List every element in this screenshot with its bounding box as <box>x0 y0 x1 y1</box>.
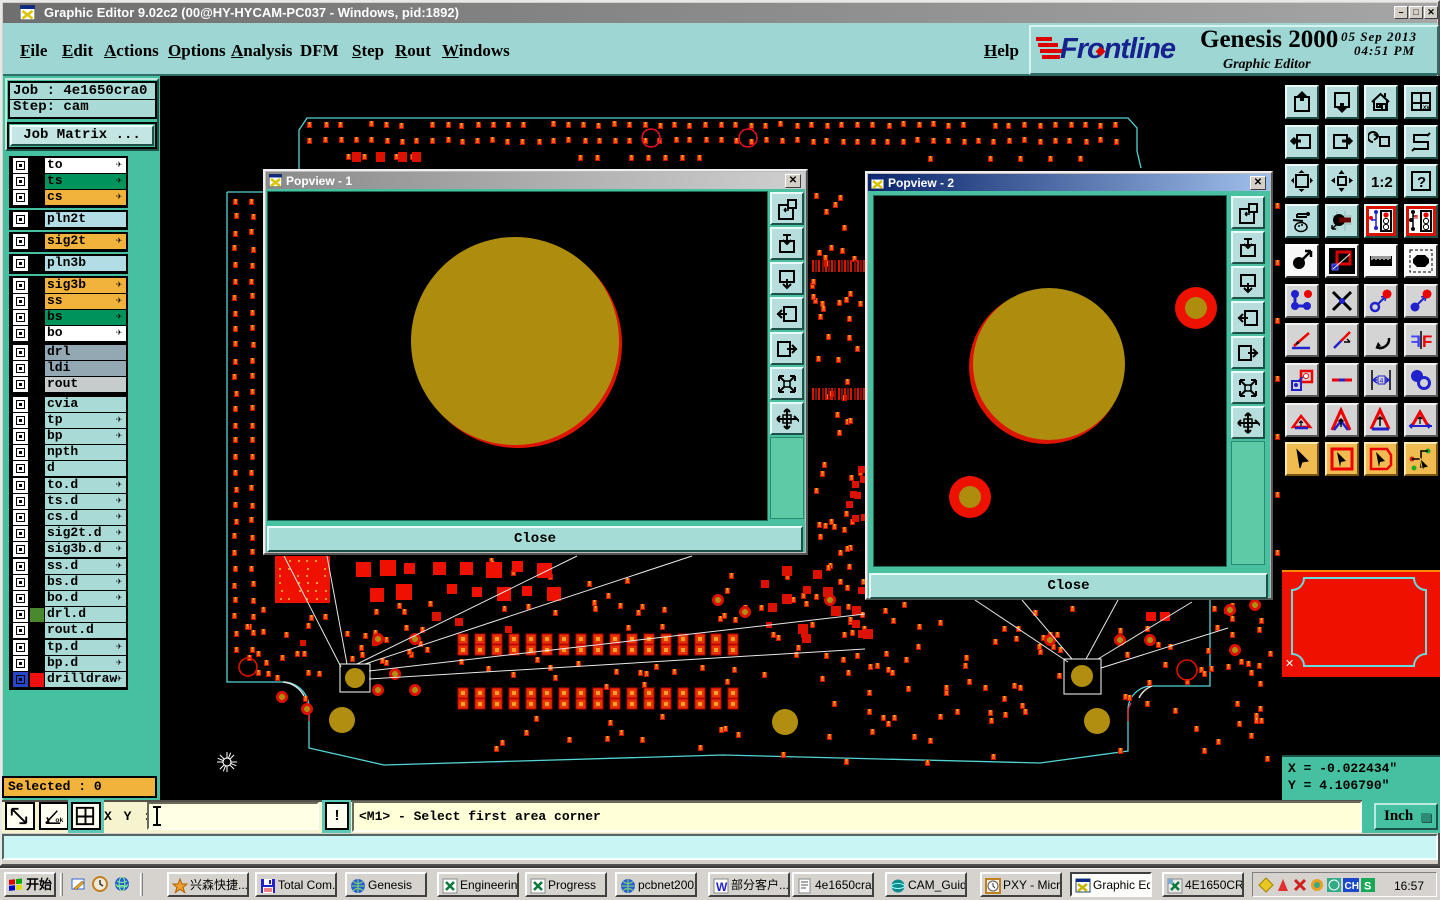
svg-text:S: S <box>1364 881 1371 893</box>
svg-text:4: 4 <box>1380 378 1384 385</box>
svg-text:ok: ok <box>55 817 63 824</box>
svg-text:1:2: 1:2 <box>1371 174 1393 191</box>
svg-text:F: F <box>1422 332 1432 351</box>
svg-text:xy: xy <box>1423 105 1430 111</box>
svg-text:CH: CH <box>1345 881 1359 892</box>
svg-text:W: W <box>716 880 728 894</box>
svg-text:F: F <box>1411 332 1421 351</box>
svg-text:?: ? <box>1417 174 1426 191</box>
